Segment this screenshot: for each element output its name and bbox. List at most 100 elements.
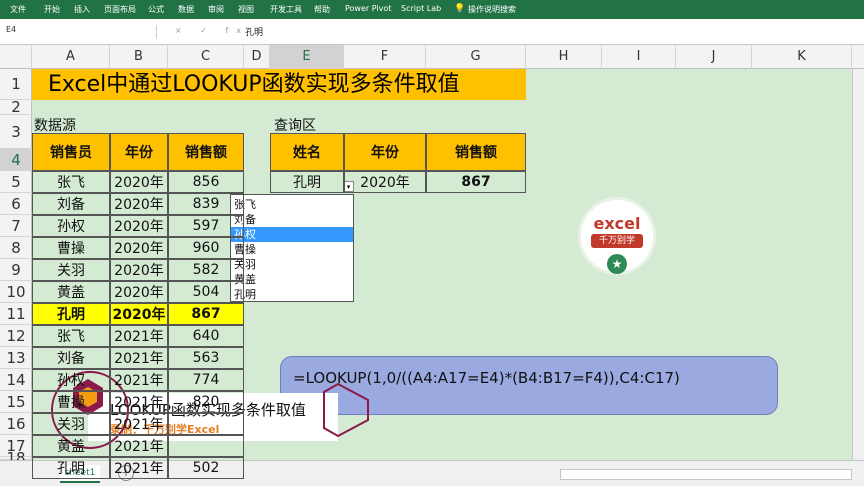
dropdown-item[interactable]: 黄盖 [231,272,353,287]
table-cell[interactable]: 刘备 [32,347,110,369]
table-cell[interactable]: 孔明 [32,303,110,325]
column-header-C[interactable]: C [168,45,244,69]
table-cell[interactable]: 2020年 [110,171,168,193]
ribbon-tab-7[interactable]: 视图 [238,4,254,15]
table-cell[interactable]: 2020年 [110,259,168,281]
query-header-cell[interactable]: 年份 [344,133,426,171]
row-header-4[interactable]: 4 [0,149,32,171]
column-header-A[interactable]: A [32,45,110,69]
table-cell[interactable]: 2021年 [110,347,168,369]
query-header-cell[interactable]: 销售额 [426,133,526,171]
ribbon-tab-11[interactable]: Script Lab [401,4,441,13]
table-cell[interactable]: 黄盖 [32,281,110,303]
table-cell[interactable]: 960 [168,237,244,259]
table-cell[interactable]: 774 [168,369,244,391]
ribbon-tab-1[interactable]: 开始 [44,4,60,15]
table-cell[interactable]: 孙权 [32,215,110,237]
row-header-2[interactable]: 2 [0,100,32,115]
table-cell[interactable]: 刘备 [32,193,110,215]
table-cell[interactable] [168,435,244,457]
table-cell[interactable]: 2020年 [110,193,168,215]
table-cell[interactable] [168,413,244,435]
select-all-corner[interactable] [0,45,32,69]
ribbon-tab-9[interactable]: 帮助 [314,4,330,15]
ribbon-tab-4[interactable]: 公式 [148,4,164,15]
column-header-B[interactable]: B [110,45,168,69]
row-header-5[interactable]: 5 [0,171,32,193]
table-cell[interactable]: 504 [168,281,244,303]
table-cell[interactable]: 张飞 [32,171,110,193]
table-cell[interactable]: 640 [168,325,244,347]
table-cell[interactable]: 2021年 [110,325,168,347]
table-cell[interactable]: 582 [168,259,244,281]
table-cell[interactable]: 2021年 [110,369,168,391]
table-cell[interactable]: 867 [168,303,244,325]
row-header-11[interactable]: 11 [0,303,32,325]
row-header-8[interactable]: 8 [0,237,32,259]
row-header-7[interactable]: 7 [0,215,32,237]
table-cell[interactable]: 2020年 [110,215,168,237]
table-cell[interactable]: 839 [168,193,244,215]
vertical-scrollbar[interactable] [852,69,864,460]
column-header-D[interactable]: D [244,45,270,69]
dropdown-item[interactable]: 孙权 [231,227,353,242]
sheet-title[interactable]: Excel中通过LOOKUP函数实现多条件取值 [32,69,526,100]
row-header-10[interactable]: 10 [0,281,32,303]
table-cell[interactable]: 2021年 [110,435,168,457]
column-header-K[interactable]: K [752,45,852,69]
ribbon-tab-8[interactable]: 开发工具 [270,4,302,15]
dropdown-item[interactable]: 关羽 [231,257,353,272]
dropdown-item[interactable]: 曹操 [231,242,353,257]
table-cell[interactable]: 2020年 [110,303,168,325]
table-cell[interactable]: 502 [168,457,244,479]
table-cell[interactable]: 563 [168,347,244,369]
column-header-H[interactable]: H [526,45,602,69]
dropdown-list[interactable]: 张飞 刘备 孙权 曹操 关羽 黄盖 孔明 [230,194,354,302]
column-header-J[interactable]: J [676,45,752,69]
header-cell[interactable]: 销售额 [168,133,244,171]
table-cell[interactable]: 820 [168,391,244,413]
ribbon-tab-3[interactable]: 页面布局 [104,4,136,15]
query-header-cell[interactable]: 姓名 [270,133,344,171]
ribbon-tab-0[interactable]: 文件 [10,4,26,15]
table-cell[interactable]: 2021年 [110,413,168,435]
table-cell[interactable]: 2021年 [110,391,168,413]
source-label[interactable]: 数据源 [34,115,76,135]
table-cell[interactable]: 曹操 [32,237,110,259]
table-cell[interactable]: 597 [168,215,244,237]
table-cell[interactable]: 2021年 [110,457,168,479]
table-cell[interactable]: 曹操 [32,391,110,413]
query-value-cell[interactable]: 867 [426,171,526,193]
query-value-cell[interactable]: 孔明 [270,171,344,193]
row-header-6[interactable]: 6 [0,193,32,215]
row-header-1[interactable]: 1 [0,69,32,100]
ribbon-tab-6[interactable]: 审阅 [208,4,224,15]
formula-icons[interactable]: × ✓ fx [175,26,249,35]
formula-input[interactable]: 孔明 [245,25,263,38]
row-header-12[interactable]: 12 [0,325,32,347]
table-cell[interactable]: 2020年 [110,281,168,303]
name-box[interactable]: E4 [2,25,157,39]
dropdown-item[interactable]: 张飞 [231,197,353,212]
row-header-3[interactable]: 3 [0,115,32,149]
horizontal-scrollbar[interactable] [560,469,852,480]
dropdown-item[interactable]: 孔明 [231,287,353,302]
column-header-E[interactable]: E [270,45,344,69]
query-value-cell[interactable]: 2020年 [344,171,426,193]
header-cell[interactable]: 年份 [110,133,168,171]
ribbon-tab-2[interactable]: 插入 [74,4,90,15]
ribbon-tab-5[interactable]: 数据 [178,4,194,15]
row-header-9[interactable]: 9 [0,259,32,281]
query-label[interactable]: 查询区 [274,115,316,135]
column-header-F[interactable]: F [344,45,426,69]
table-cell[interactable]: 关羽 [32,259,110,281]
table-cell[interactable]: 2020年 [110,237,168,259]
table-cell[interactable]: 孔明 [32,457,110,479]
table-cell[interactable]: 关羽 [32,413,110,435]
table-cell[interactable]: 孙权 [32,369,110,391]
ribbon-tab-12[interactable]: 操作说明搜索 [468,4,516,15]
column-header-G[interactable]: G [426,45,526,69]
ribbon-tab-10[interactable]: Power Pivot [345,4,391,13]
table-cell[interactable]: 856 [168,171,244,193]
column-header-I[interactable]: I [602,45,676,69]
